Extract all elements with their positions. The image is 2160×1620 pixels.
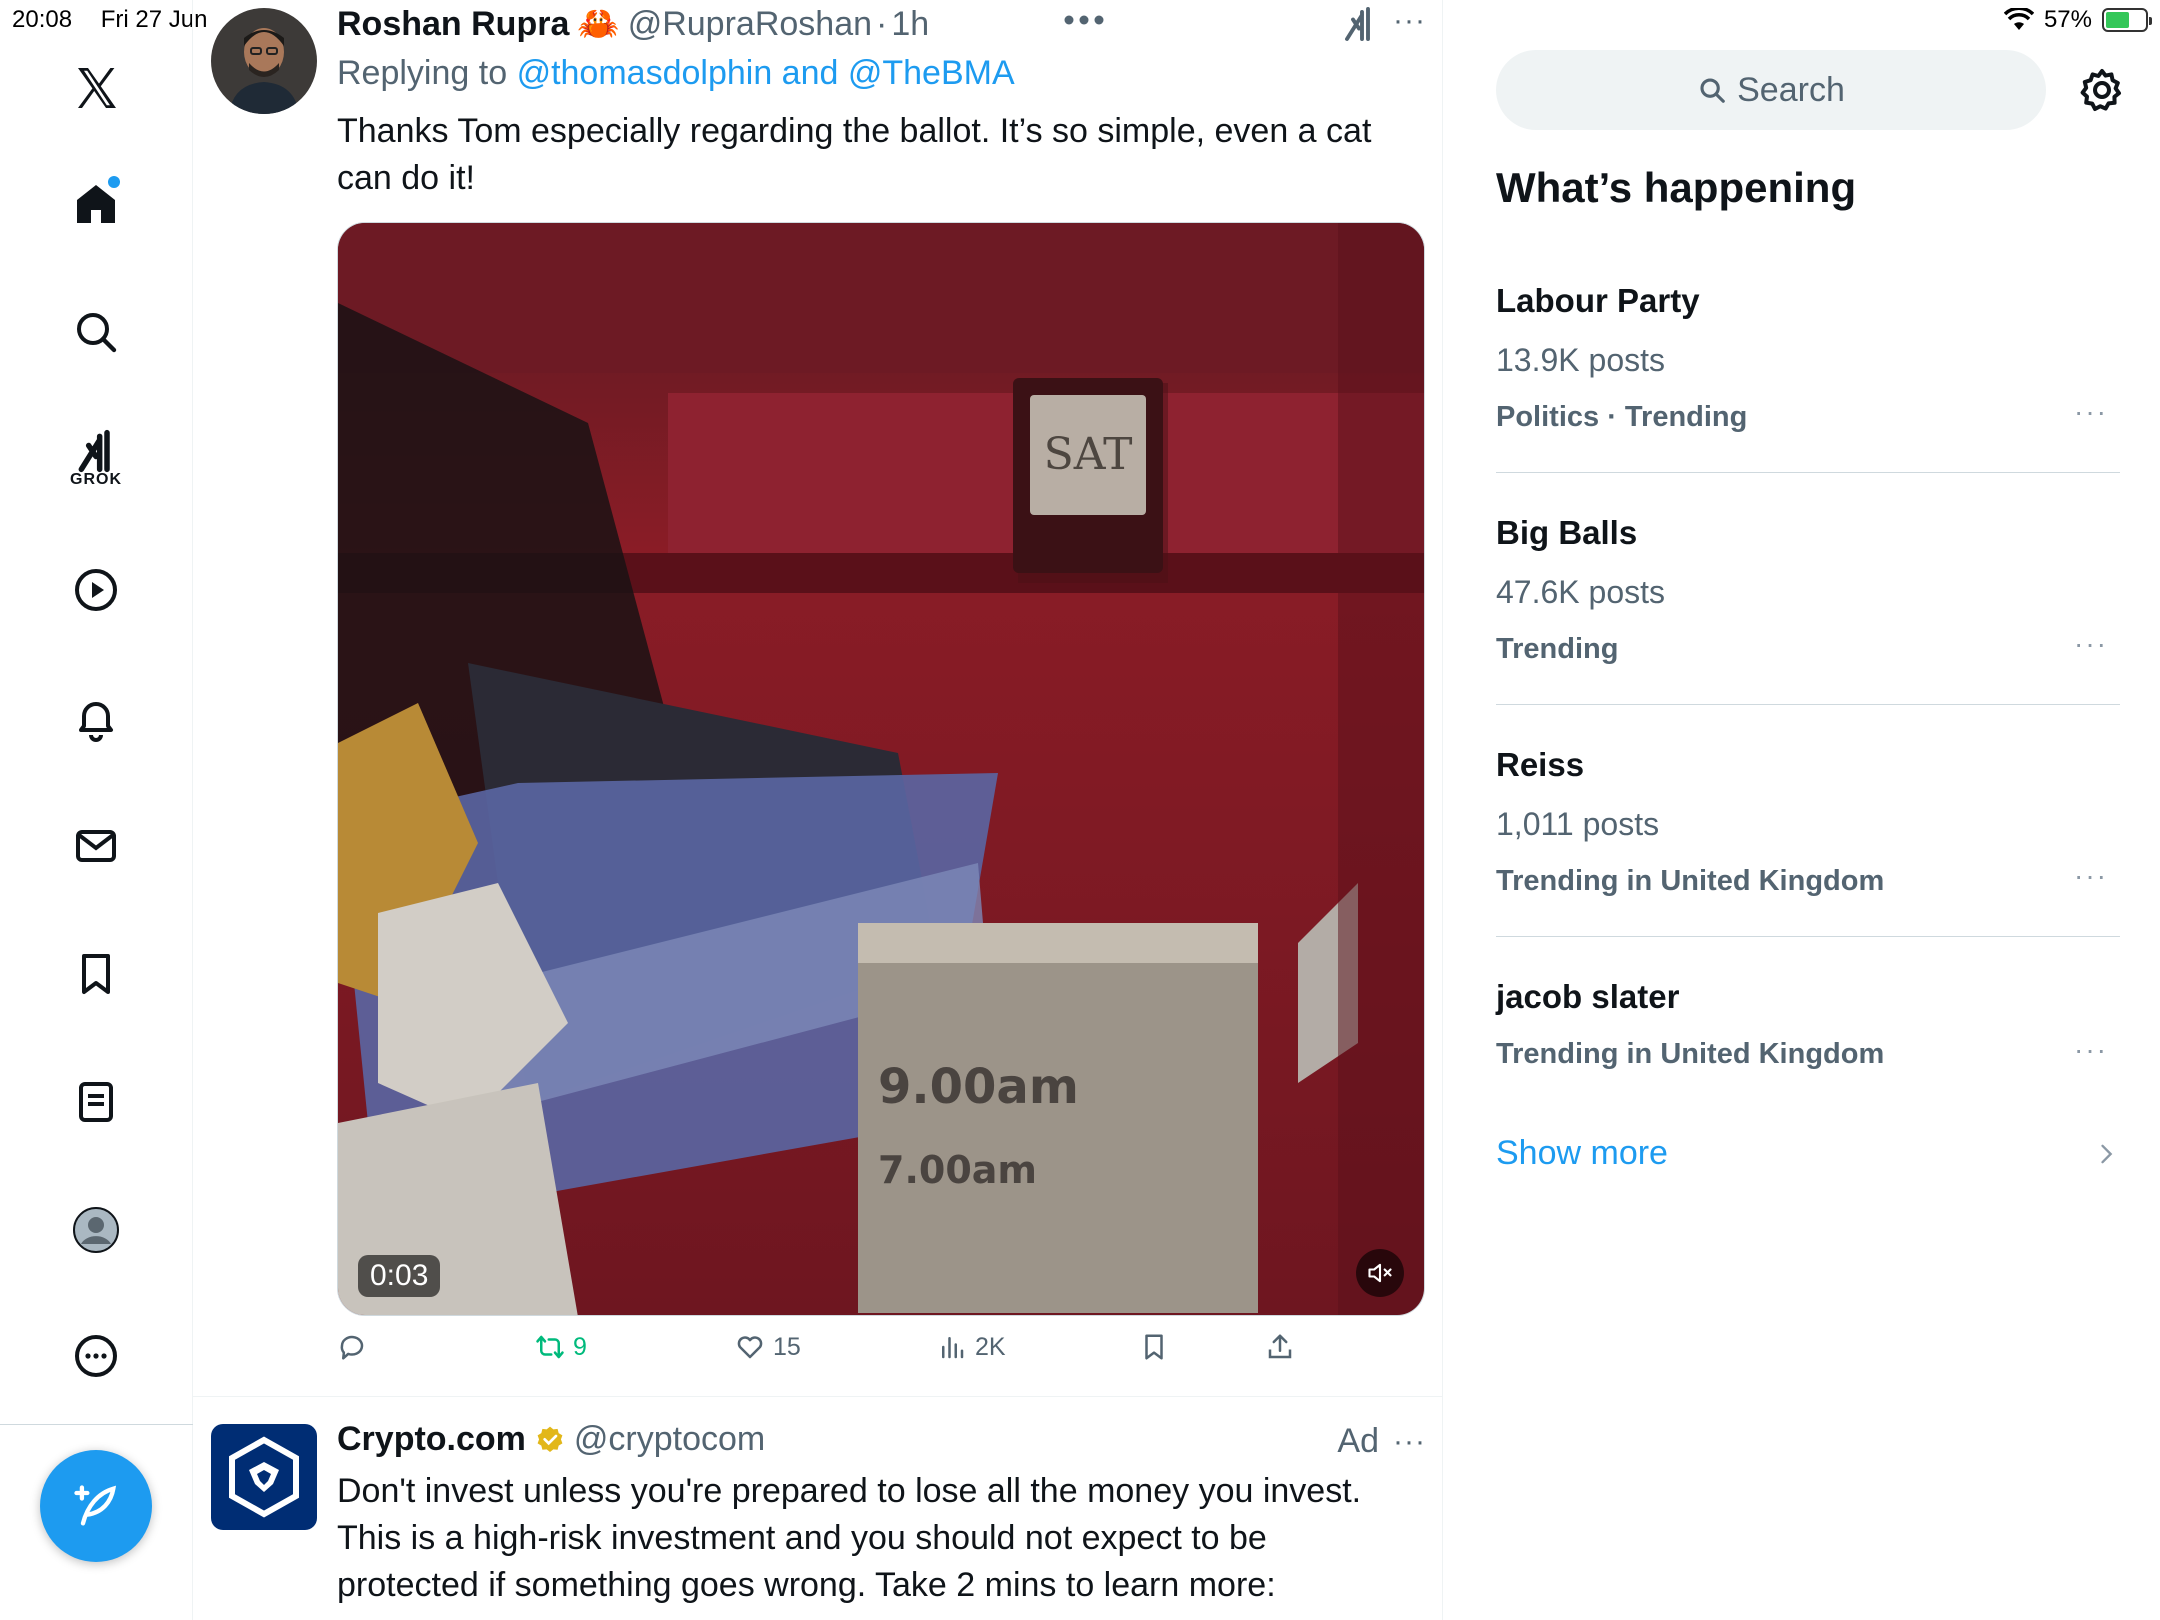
author-handle[interactable]: @RupraRoshan [628, 5, 872, 44]
ad-more-icon[interactable]: ··· [1393, 1425, 1426, 1459]
retweet-count: 9 [573, 1332, 587, 1361]
trend-more-icon[interactable]: ··· [2074, 860, 2108, 892]
retweet-button[interactable]: 9 [535, 1332, 587, 1362]
video-time-1: 9.00am [878, 1059, 1079, 1115]
trend-title: Reiss [1496, 746, 1585, 783]
verified-badge-icon [537, 1426, 563, 1452]
speaker-muted-icon [1368, 1263, 1392, 1283]
video-more-dots-icon[interactable] [1061, 10, 1107, 30]
ad-header: Crypto.com @cryptocom [337, 1420, 765, 1459]
wifi-icon [2003, 8, 2034, 30]
bookmarks-icon[interactable] [62, 940, 130, 1008]
share-upload-icon [1268, 1334, 1292, 1359]
trend-context: Trending in United Kingdom [1496, 865, 1885, 897]
status-bar-right: 57% [2003, 6, 2152, 34]
trend-divider [1496, 472, 2120, 473]
tweet-header: Roshan Rupra 🦀 @RupraRoshan · 1h [337, 4, 929, 44]
trend-more-icon[interactable]: ··· [2074, 628, 2108, 660]
trend-divider [1496, 936, 2120, 937]
author-name[interactable]: Roshan Rupra [337, 5, 569, 44]
trend-posts: 47.6K posts [1496, 574, 1665, 610]
trend-title: Labour Party [1496, 282, 1700, 319]
like-count: 15 [773, 1332, 801, 1361]
author-avatar[interactable] [211, 8, 317, 114]
bookmark-button[interactable] [1139, 1332, 1169, 1362]
messages-envelope-icon[interactable] [62, 812, 130, 880]
header-separator: · [876, 4, 888, 43]
search-icon [1700, 78, 1725, 103]
lists-icon[interactable] [62, 1068, 130, 1136]
trend-context: Politics · Trending [1496, 401, 1748, 433]
compose-feather-icon [74, 1485, 117, 1526]
trend-title: jacob slater [1496, 978, 1680, 1015]
trend-posts: 13.9K posts [1496, 342, 1665, 378]
notifications-bell-icon[interactable] [62, 684, 130, 752]
video-icon[interactable] [62, 556, 130, 624]
views-bar-chart-icon [942, 1337, 964, 1359]
trend-context: Trending in United Kingdom [1496, 1038, 1885, 1070]
ad-label: Ad [1337, 1422, 1380, 1460]
grok-explain-icon[interactable] [1341, 6, 1377, 42]
compose-post-button[interactable] [40, 1450, 152, 1562]
bookmark-icon [1145, 1334, 1163, 1360]
advertiser-name[interactable]: Crypto.com [337, 1420, 526, 1459]
advertiser-avatar[interactable] [211, 1424, 317, 1530]
views-count: 2K [975, 1332, 1006, 1361]
grok-label: GROK [70, 471, 122, 488]
author-emoji: 🦀 [577, 5, 620, 43]
trend-title: Big Balls [1496, 514, 1638, 551]
replying-to-link[interactable]: @thomasdolphin and @TheBMA [517, 54, 1015, 92]
search-placeholder: Search [1737, 70, 1845, 109]
like-button[interactable]: 15 [735, 1332, 801, 1362]
views-button[interactable]: 2K [937, 1332, 1006, 1362]
reply-button[interactable] [337, 1332, 367, 1362]
main-feed: Roshan Rupra 🦀 @RupraRoshan · 1h ··· Rep… [193, 0, 1443, 1620]
replying-to: Replying to @thomasdolphin and @TheBMA [337, 54, 1015, 93]
home-icon[interactable] [62, 170, 130, 238]
chevron-right-icon[interactable] [2092, 1140, 2120, 1168]
battery-icon [2102, 8, 2152, 32]
mute-button[interactable] [1356, 1249, 1404, 1297]
battery-percent: 57% [2043, 6, 2092, 33]
retweet-icon [536, 1335, 564, 1359]
replying-prefix: Replying to [337, 54, 508, 92]
search-input[interactable]: Search [1496, 50, 2046, 130]
nav-divider [0, 1424, 193, 1425]
advertiser-handle[interactable]: @cryptocom [574, 1420, 765, 1459]
feed-divider [193, 1396, 1442, 1397]
grok-icon[interactable]: GROK [62, 425, 130, 493]
video-frame: SAT 9.00am 7.00am [338, 223, 1424, 1315]
video-time-2: 7.00am [878, 1148, 1037, 1192]
x-logo-icon[interactable] [62, 54, 130, 122]
trend-item[interactable]: jacob slater Trending in United Kingdom … [1496, 978, 2120, 1071]
tweet-text: Thanks Tom especially regarding the ball… [337, 112, 1372, 197]
search-icon[interactable] [62, 298, 130, 366]
trend-posts: 1,011 posts [1496, 806, 1660, 842]
whats-happening-title: What’s happening [1496, 164, 1857, 211]
show-more-link[interactable]: Show more [1496, 1134, 1668, 1173]
tweet-time[interactable]: 1h [891, 5, 929, 44]
trend-context: Trending [1496, 633, 1619, 665]
ad-label-group: Ad ··· [1337, 1422, 1426, 1461]
share-button[interactable] [1265, 1332, 1295, 1362]
heart-icon [737, 1336, 763, 1359]
sidebar-nav: GROK [0, 0, 193, 1620]
settings-gear-icon[interactable] [2078, 66, 2126, 114]
profile-avatar-icon[interactable] [62, 1196, 130, 1264]
trend-more-icon[interactable]: ··· [2074, 396, 2108, 428]
ad-text: Don't invest unless you're prepared to l… [337, 1472, 1362, 1604]
reply-icon [340, 1335, 364, 1360]
more-options-icon[interactable] [62, 1322, 130, 1390]
trend-item[interactable]: Big Balls 47.6K posts Trending ··· [1496, 514, 2120, 666]
tweet-actions: 9 15 2K [337, 1332, 1425, 1376]
video-sign-text: SAT [1044, 429, 1133, 480]
tweet-more-icon[interactable]: ··· [1393, 4, 1426, 38]
trend-divider [1496, 704, 2120, 705]
tweet-video[interactable]: SAT 9.00am 7.00am 0:03 [337, 222, 1425, 1316]
video-duration: 0:03 [358, 1255, 441, 1297]
trend-item[interactable]: Labour Party 13.9K posts Politics · Tren… [1496, 282, 2120, 434]
notification-dot [108, 176, 120, 188]
trend-item[interactable]: Reiss 1,011 posts Trending in United Kin… [1496, 746, 2120, 898]
trend-more-icon[interactable]: ··· [2074, 1034, 2108, 1066]
